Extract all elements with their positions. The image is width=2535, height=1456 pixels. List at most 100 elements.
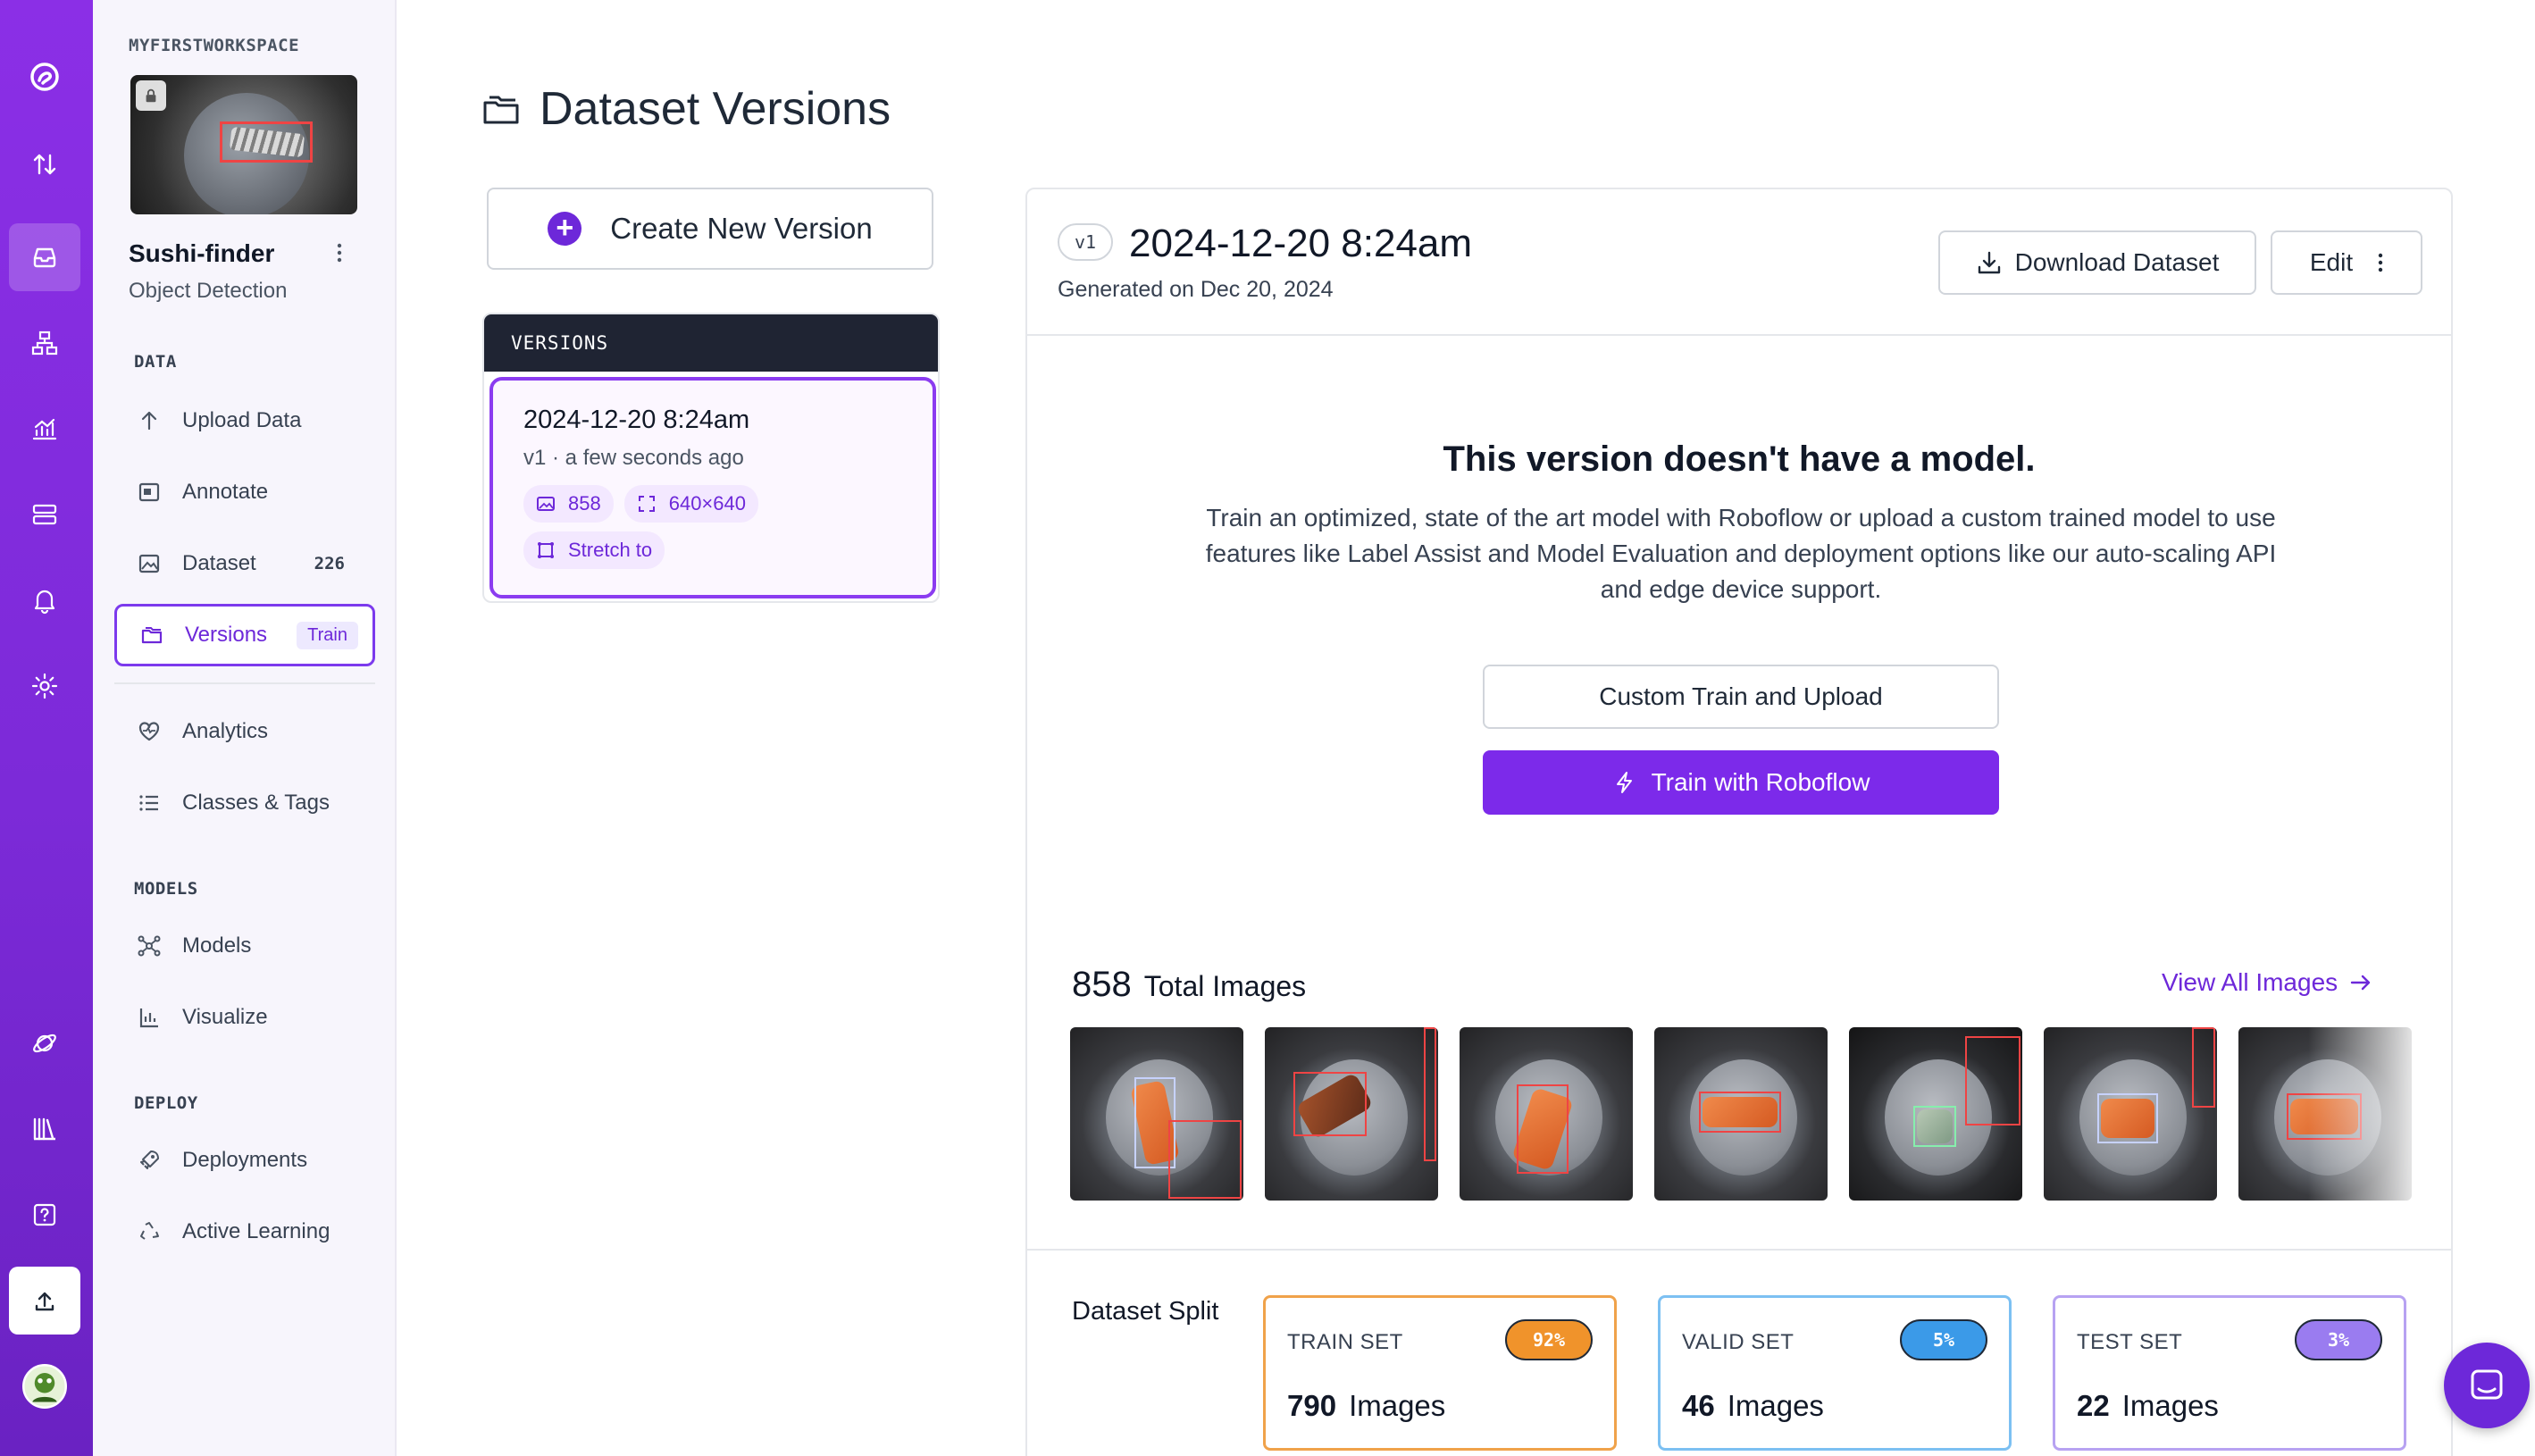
analytics-rail-icon[interactable] — [9, 395, 80, 463]
version-item-title: 2024-12-20 8:24am — [523, 406, 750, 434]
project-type: Object Detection — [129, 279, 288, 303]
sidebar-item-versions[interactable]: Versions Train — [114, 604, 375, 666]
settings-gear-icon[interactable] — [9, 652, 80, 720]
image-icon — [537, 497, 555, 511]
gallery-image[interactable] — [1265, 1027, 1438, 1201]
dataset-count: 226 — [314, 554, 345, 573]
split-count: 22 Images — [2077, 1389, 2219, 1423]
test-set-card[interactable]: TEST SET 3% 22 Images — [2053, 1295, 2406, 1451]
sidebar-item-analytics[interactable]: Analytics — [114, 700, 375, 763]
split-percent-badge: 3% — [2295, 1319, 2382, 1360]
total-images-label: Total Images — [1143, 970, 1307, 1002]
transfer-icon[interactable] — [9, 130, 80, 198]
rocket-icon — [136, 1147, 163, 1174]
docs-library-icon[interactable] — [9, 1095, 80, 1163]
sidebar-divider — [114, 682, 375, 684]
version-item-subtitle: v1 · a few seconds ago — [523, 446, 744, 470]
sidebar-item-active-learning[interactable]: Active Learning — [114, 1201, 375, 1263]
workflows-icon[interactable] — [9, 309, 80, 377]
image-size: 640×640 — [668, 492, 746, 515]
help-icon[interactable] — [9, 1181, 80, 1249]
sidebar-item-label: Analytics — [182, 719, 269, 743]
kebab-icon — [2378, 253, 2383, 272]
gallery-fade — [2308, 1027, 2415, 1201]
versions-list: VERSIONS 2024-12-20 8:24am v1 · a few se… — [482, 313, 940, 603]
train-with-roboflow-button[interactable]: Train with Roboflow — [1483, 750, 1999, 815]
split-percent-badge: 92% — [1505, 1319, 1593, 1360]
versions-header: VERSIONS — [484, 314, 938, 372]
sidebar-item-label: Classes & Tags — [182, 791, 330, 815]
project-sidebar: MYFIRSTWORKSPACE Sushi-finder Object Det… — [93, 0, 397, 1456]
lightning-icon — [1616, 772, 1632, 793]
storage-icon[interactable] — [9, 481, 80, 548]
split-name: TEST SET — [2077, 1330, 2183, 1354]
project-menu-kebab-icon[interactable] — [327, 238, 352, 268]
bounding-box — [1699, 1092, 1781, 1133]
sidebar-item-label: Versions — [185, 623, 268, 647]
train-set-card[interactable]: TRAIN SET 92% 790 Images — [1263, 1295, 1617, 1451]
gallery-image[interactable] — [1849, 1027, 2022, 1201]
network-icon — [136, 933, 163, 959]
train-label: Train with Roboflow — [1651, 768, 1870, 796]
workspace-name[interactable]: MYFIRSTWORKSPACE — [129, 36, 299, 55]
roboflow-logo-icon[interactable] — [9, 43, 80, 111]
image-count-chip: 858 — [523, 485, 614, 523]
icon-rail — [0, 0, 93, 1456]
project-thumbnail[interactable] — [130, 75, 357, 214]
view-all-images-link[interactable]: View All Images — [2162, 968, 2373, 997]
gallery-image[interactable] — [1070, 1027, 1243, 1201]
view-all-label: View All Images — [2162, 968, 2338, 996]
chat-support-button[interactable] — [2444, 1343, 2530, 1428]
no-model-title: This version doesn't have a model. — [1443, 439, 2036, 479]
list-icon — [136, 790, 163, 816]
arrow-up-icon — [136, 407, 163, 434]
sidebar-item-dataset[interactable]: Dataset 226 — [114, 532, 375, 595]
split-name: VALID SET — [1682, 1330, 1795, 1354]
heart-pulse-icon — [136, 718, 163, 745]
split-divider — [1027, 1249, 2451, 1251]
create-new-version-label: Create New Version — [610, 212, 873, 245]
projects-icon[interactable] — [9, 223, 80, 291]
upload-icon[interactable] — [9, 1267, 80, 1335]
bounding-box — [1517, 1084, 1569, 1174]
gallery-image[interactable] — [2044, 1027, 2217, 1201]
sidebar-item-label: Models — [182, 933, 252, 958]
valid-set-card[interactable]: VALID SET 5% 46 Images — [1658, 1295, 2012, 1451]
sidebar-item-visualize[interactable]: Visualize — [114, 986, 375, 1049]
custom-train-upload-button[interactable]: Custom Train and Upload — [1483, 665, 1999, 729]
thumbnail-bounding-box — [220, 121, 313, 163]
split-count-number: 46 — [1682, 1389, 1715, 1422]
sidebar-item-annotate[interactable]: Annotate — [114, 461, 375, 523]
universe-icon[interactable] — [9, 1009, 80, 1077]
bounding-box — [1913, 1106, 1956, 1147]
version-title: 2024-12-20 8:24am — [1129, 222, 1473, 265]
split-percent-badge: 5% — [1900, 1319, 1987, 1360]
version-list-item[interactable]: 2024-12-20 8:24am v1 · a few seconds ago… — [489, 377, 936, 598]
sidebar-item-deployments[interactable]: Deployments — [114, 1129, 375, 1192]
bounding-box — [2097, 1093, 2158, 1143]
resize-mode: Stretch to — [568, 539, 653, 561]
sidebar-item-models[interactable]: Models — [114, 915, 375, 977]
download-dataset-button[interactable]: Download Dataset — [1938, 230, 2256, 295]
chart-icon — [136, 1004, 163, 1031]
resize-icon — [638, 496, 655, 512]
sidebar-item-label: Active Learning — [182, 1219, 330, 1243]
recycle-icon — [136, 1218, 163, 1245]
edit-button[interactable]: Edit — [2271, 230, 2422, 295]
sidebar-item-upload-data[interactable]: Upload Data — [114, 389, 375, 452]
sidebar-item-classes-tags[interactable]: Classes & Tags — [114, 772, 375, 834]
user-avatar[interactable] — [9, 1352, 80, 1420]
split-count-unit: Images — [1349, 1389, 1446, 1422]
version-generated-date: Generated on Dec 20, 2024 — [1058, 277, 1334, 302]
create-new-version-button[interactable]: + Create New Version — [487, 188, 933, 270]
total-images-count: 858 — [1072, 965, 1132, 1004]
folders-icon — [483, 96, 519, 124]
bounding-box — [2192, 1027, 2215, 1108]
gallery-image[interactable] — [1460, 1027, 1633, 1201]
split-count: 790 Images — [1287, 1389, 1445, 1423]
gallery-image[interactable] — [1654, 1027, 1828, 1201]
section-models: MODELS — [134, 879, 198, 899]
project-name: Sushi-finder — [129, 239, 275, 267]
download-icon — [1978, 251, 2000, 274]
bell-icon[interactable] — [9, 566, 80, 634]
